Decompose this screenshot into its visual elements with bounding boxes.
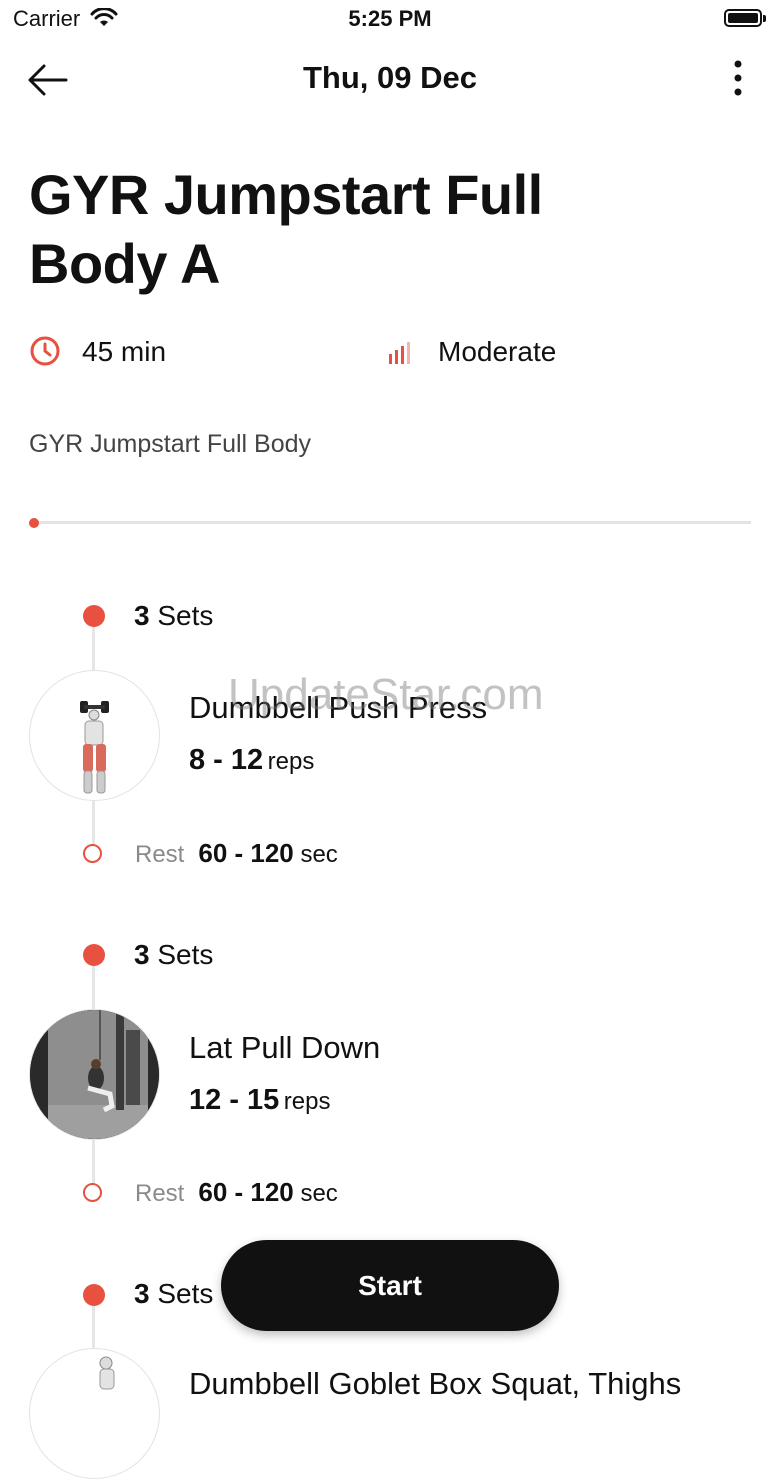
status-time: 5:25 PM xyxy=(348,6,432,31)
rest-marker xyxy=(83,1183,102,1202)
watermark: UpdateStar.com xyxy=(228,670,544,719)
set-marker xyxy=(83,1284,105,1306)
set-marker xyxy=(83,605,105,627)
exercise-name[interactable]: Dumbbell Goblet Box Squat, Thighs xyxy=(189,1366,681,1402)
set-marker xyxy=(83,944,105,966)
intensity-icon xyxy=(389,342,410,364)
sets-number: 3 xyxy=(134,1278,150,1309)
rest-marker xyxy=(83,844,102,863)
goblet-squat-figure-icon xyxy=(99,1356,115,1390)
sets-label: Sets xyxy=(157,939,214,970)
exercise-thumbnail[interactable] xyxy=(29,1348,160,1479)
lat-pull-down-photo-icon xyxy=(30,1010,159,1139)
header-date: Thu, 09 Dec xyxy=(303,60,477,95)
reps-unit: reps xyxy=(267,748,315,775)
exercise-name[interactable]: Lat Pull Down xyxy=(189,1030,380,1066)
progress-track xyxy=(34,521,751,524)
reps-value: 8 - 12 xyxy=(189,744,264,776)
workout-title: GYR Jumpstart Full Body A xyxy=(29,163,543,295)
workout-intensity: Moderate xyxy=(438,336,557,367)
sets-count: 3 Sets xyxy=(134,600,213,632)
rest-value: 60 - 120 xyxy=(198,838,294,868)
sets-count: 3 Sets xyxy=(134,1278,213,1310)
exercise-reps: 8 - 12 reps xyxy=(189,744,314,777)
rest-value: 60 - 120 xyxy=(198,1177,294,1207)
reps-unit: reps xyxy=(283,1088,331,1115)
workout-duration: 45 min xyxy=(82,336,167,367)
sets-count: 3 Sets xyxy=(134,939,213,971)
progress-indicator xyxy=(29,518,39,528)
exercise-reps: 12 - 15 reps xyxy=(189,1084,330,1117)
rest-label: Rest xyxy=(135,841,185,868)
more-options-button[interactable] xyxy=(720,56,756,102)
dumbbell-push-press-figure-icon xyxy=(80,701,109,794)
exercise-thumbnail[interactable] xyxy=(29,1009,160,1140)
clock-icon xyxy=(30,336,60,366)
sets-number: 3 xyxy=(134,939,150,970)
rest-row: Rest 60 - 120 sec xyxy=(135,838,338,869)
battery-icon xyxy=(724,9,766,27)
exercise-thumbnail[interactable] xyxy=(29,670,160,801)
rest-unit: sec xyxy=(300,841,338,868)
sets-label: Sets xyxy=(157,600,214,631)
sets-number: 3 xyxy=(134,600,150,631)
start-button[interactable]: Start xyxy=(221,1240,559,1331)
rest-unit: sec xyxy=(300,1180,338,1207)
rest-row: Rest 60 - 120 sec xyxy=(135,1177,338,1208)
sets-label: Sets xyxy=(157,1278,214,1309)
workout-description: GYR Jumpstart Full Body xyxy=(29,430,312,458)
more-vertical-icon xyxy=(734,60,742,96)
reps-value: 12 - 15 xyxy=(189,1084,280,1116)
rest-label: Rest xyxy=(135,1180,185,1207)
